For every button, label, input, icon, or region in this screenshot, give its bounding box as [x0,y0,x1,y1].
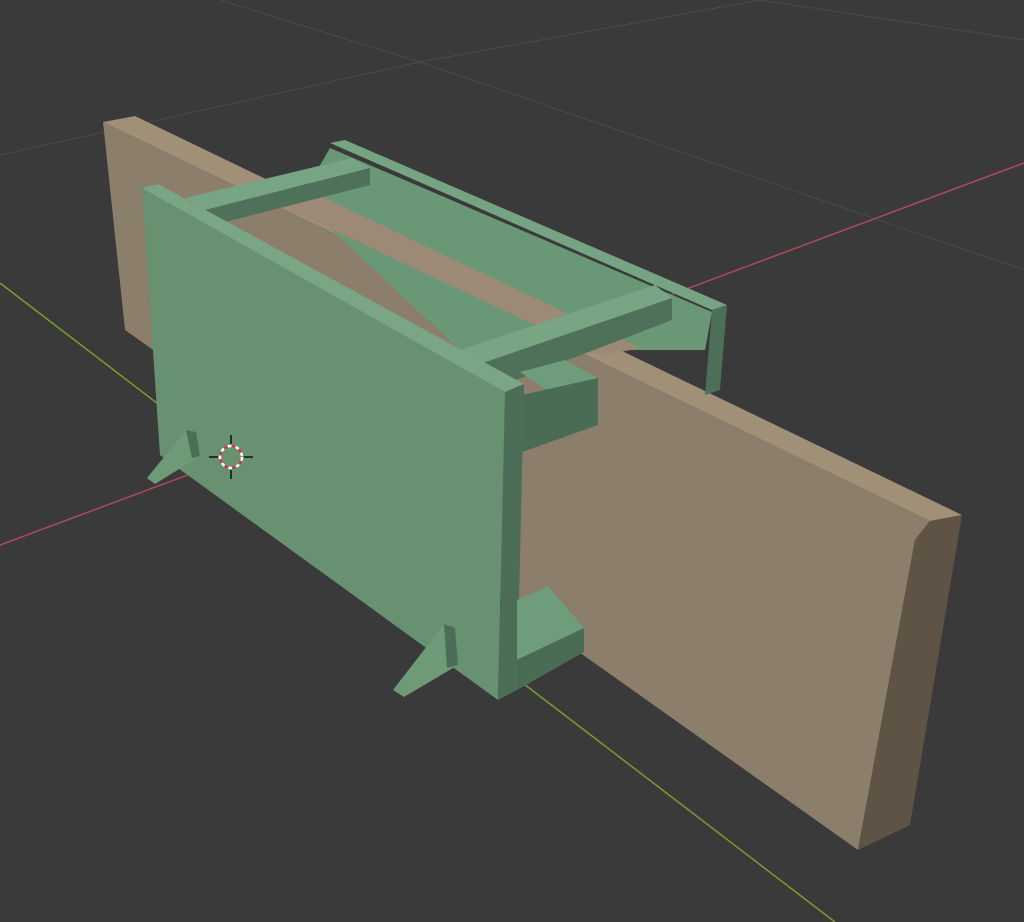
3d-viewport[interactable] [0,0,1024,922]
